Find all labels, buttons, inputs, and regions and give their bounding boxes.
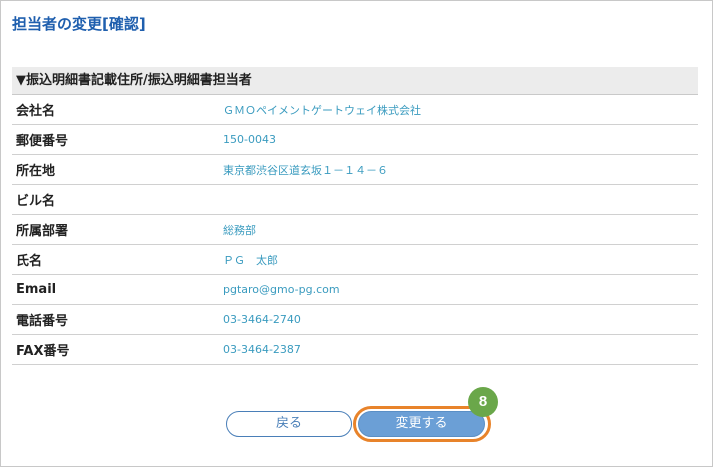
back-button[interactable]: 戻る <box>226 411 352 437</box>
row-value: 東京都渋谷区道玄坂１－１４－６ <box>223 163 388 177</box>
row-label: Email <box>16 282 57 297</box>
row-label: 郵便番号 <box>16 134 69 149</box>
section-header: ▼振込明細書記載住所/振込明細書担当者 <box>12 67 698 95</box>
table-row-postal-code: 郵便番号 150-0043 <box>12 125 698 155</box>
row-value: 150-0043 <box>223 133 276 146</box>
content-panel: 担当者の変更[確認] ▼振込明細書記載住所/振込明細書担当者 会社名 ＧＭＯペイ… <box>0 0 713 467</box>
row-label: 所属部署 <box>16 224 69 239</box>
row-value: ＧＭＯペイメントゲートウェイ株式会社 <box>223 103 421 117</box>
row-value: 03-3464-2740 <box>223 313 301 326</box>
table-row-fax: FAX番号 03-3464-2387 <box>12 335 698 365</box>
row-value: 総務部 <box>223 223 256 237</box>
page-title: 担当者の変更[確認] <box>12 15 146 33</box>
table-row-address: 所在地 東京都渋谷区道玄坂１－１４－６ <box>12 155 698 185</box>
row-label: FAX番号 <box>16 344 70 359</box>
row-label: ビル名 <box>16 194 56 209</box>
row-label: 所在地 <box>16 164 56 179</box>
table-row-name: 氏名 ＰＧ 太郎 <box>12 245 698 275</box>
row-label: 電話番号 <box>16 314 69 329</box>
table-row-email: Email pgtaro@gmo-pg.com <box>12 275 698 305</box>
row-value: ＰＧ 太郎 <box>223 253 278 267</box>
table-row-company: 会社名 ＧＭＯペイメントゲートウェイ株式会社 <box>12 95 698 125</box>
row-value: pgtaro@gmo-pg.com <box>223 283 340 296</box>
row-value: 03-3464-2387 <box>223 343 301 356</box>
table-row-phone: 電話番号 03-3464-2740 <box>12 305 698 335</box>
detail-table: 会社名 ＧＭＯペイメントゲートウェイ株式会社 郵便番号 150-0043 所在地… <box>12 95 698 365</box>
table-row-building: ビル名 <box>12 185 698 215</box>
row-label: 会社名 <box>16 104 56 119</box>
step-number-badge: 8 <box>468 387 498 417</box>
row-label: 氏名 <box>16 254 43 269</box>
table-row-department: 所属部署 総務部 <box>12 215 698 245</box>
change-submit-button[interactable]: 変更する <box>358 411 485 437</box>
